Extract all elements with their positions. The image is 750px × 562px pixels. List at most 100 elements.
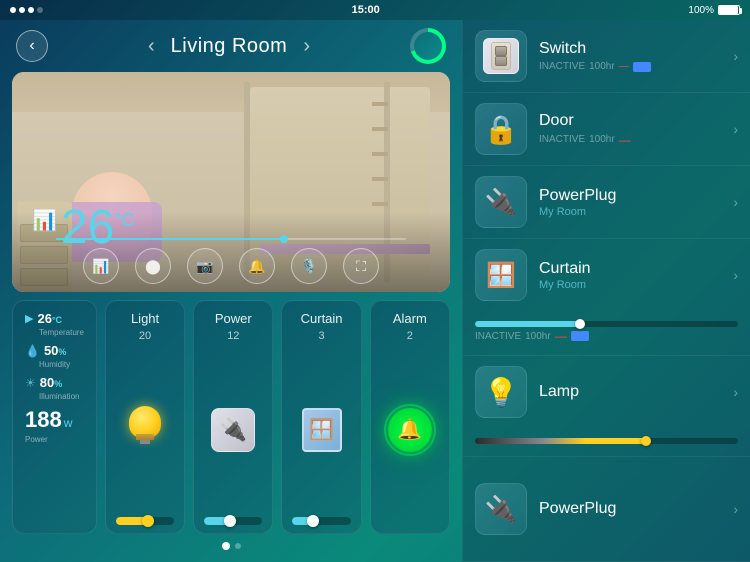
curtain-slider-thumb[interactable] xyxy=(575,319,585,329)
light-slider-thumb[interactable] xyxy=(142,515,154,527)
page-dots xyxy=(12,542,450,554)
light-icon-area xyxy=(116,346,174,513)
device-card-alarm[interactable]: Alarm 2 🔔 xyxy=(370,300,450,534)
page-dot-2[interactable] xyxy=(235,543,241,549)
door-chevron: › xyxy=(733,121,738,137)
lamp-row: 💡 Lamp › xyxy=(475,366,738,418)
powerplug-name: PowerPlug xyxy=(539,187,717,205)
curtain-battery-bar xyxy=(571,331,589,341)
temp-icon: 📊 xyxy=(32,208,57,233)
powerplug-chevron: › xyxy=(733,194,738,210)
door-battery-icon: — xyxy=(619,133,631,147)
temp-stat-value: 26°C xyxy=(37,311,62,326)
lamp-info: Lamp xyxy=(539,383,717,401)
curtain-icon-area: 🪟 xyxy=(292,346,350,513)
temp-stat-icon: ▶ xyxy=(25,312,33,325)
curtain-slider-thumb[interactable] xyxy=(307,515,319,527)
switch-button-icon xyxy=(491,42,511,70)
curtain-card-count: 3 xyxy=(319,330,325,342)
status-right: 100% xyxy=(688,5,740,16)
battery-fill xyxy=(719,6,738,14)
door-thumb: 🔒 xyxy=(475,103,527,155)
power-slider-thumb[interactable] xyxy=(224,515,236,527)
temp-label: Temperature xyxy=(39,328,84,337)
cam-btn-expand[interactable]: ⛶ xyxy=(343,248,379,284)
curtain-slider[interactable] xyxy=(292,517,350,525)
list-item-powerplug2[interactable]: 🔌 PowerPlug › xyxy=(463,457,750,562)
power-label: Power xyxy=(25,435,84,444)
cam-btn-chart[interactable]: 📊 xyxy=(83,248,119,284)
device-card-curtain[interactable]: Curtain 3 🪟 xyxy=(281,300,361,534)
next-room-button[interactable]: › xyxy=(303,35,310,58)
settings-dial[interactable] xyxy=(410,28,446,64)
list-item-switch[interactable]: Switch INACTIVE 100hr — › xyxy=(463,20,750,93)
switch-inactive-label: INACTIVE xyxy=(539,61,585,72)
list-item-powerplug[interactable]: 🔌 PowerPlug My Room › xyxy=(463,166,750,239)
page-dot-1[interactable] xyxy=(222,542,230,550)
settings-dial-inner xyxy=(414,32,442,60)
power-slider[interactable] xyxy=(204,517,262,525)
power-stat: 188 w xyxy=(25,409,84,431)
switch-nub-top xyxy=(495,46,507,56)
door-hours: 100hr xyxy=(589,134,615,145)
switch-thumb xyxy=(475,30,527,82)
signal-dots xyxy=(10,7,43,13)
powerplug2-name: PowerPlug xyxy=(539,500,717,518)
list-item-door[interactable]: 🔒 Door INACTIVE 100hr — › xyxy=(463,93,750,166)
lamp-slider-thumb[interactable] xyxy=(641,436,651,446)
powerplug-icon: 🔌 xyxy=(485,187,517,218)
cam-btn-camera[interactable]: 📷 xyxy=(187,248,223,284)
battery-label: 100% xyxy=(688,5,714,16)
illumination-label: Illumination xyxy=(39,392,84,401)
humidity-stat: 💧 50% xyxy=(25,343,84,358)
list-item-lamp[interactable]: 💡 Lamp › xyxy=(463,356,750,457)
device-card-light[interactable]: Light 20 xyxy=(105,300,185,534)
door-info: Door INACTIVE 100hr — xyxy=(539,112,717,147)
prev-room-button[interactable]: ‹ xyxy=(148,35,155,58)
light-slider[interactable] xyxy=(116,517,174,525)
switch-battery-icon: — xyxy=(619,61,629,72)
list-item-curtain[interactable]: 🪟 Curtain My Room › INACTIVE 100hr — xyxy=(463,239,750,356)
lamp-name: Lamp xyxy=(539,383,717,401)
curtain-slider-fill xyxy=(475,321,580,327)
cam-btn-circle[interactable]: ⬤ xyxy=(135,248,171,284)
powerplug-sub: My Room xyxy=(539,206,717,218)
power-value: 188 xyxy=(25,409,62,431)
alarm-card-title: Alarm xyxy=(393,311,427,326)
illumination-stat: ☀ 80% xyxy=(25,375,84,390)
cam-btn-bell[interactable]: 🔔 xyxy=(239,248,275,284)
power-card-count: 12 xyxy=(227,330,239,342)
curtain-thumb-icon: 🪟 xyxy=(486,261,516,290)
lamp-chevron: › xyxy=(733,384,738,400)
light-card-title: Light xyxy=(131,311,159,326)
lamp-slider-fill xyxy=(475,438,646,444)
left-panel: ‹ ‹ Living Room › xyxy=(0,20,462,562)
curtain-slider[interactable] xyxy=(475,321,738,327)
status-time: 15:00 xyxy=(352,4,380,16)
switch-battery-bar xyxy=(633,62,651,72)
lamp-icon: 💡 xyxy=(484,376,519,409)
stats-card: ▶ 26°C Temperature 💧 50% Humidity ☀ xyxy=(12,300,97,534)
cam-btn-mic[interactable]: 🎙️ xyxy=(291,248,327,284)
power-icon-area: 🔌 xyxy=(204,346,262,513)
lamp-slider[interactable] xyxy=(475,438,738,444)
illumination-icon: ☀ xyxy=(25,376,36,390)
powerplug2-icon: 🔌 xyxy=(485,494,517,525)
back-button[interactable]: ‹ xyxy=(16,30,48,62)
temp-stat: ▶ 26°C xyxy=(25,311,84,326)
switch-chevron: › xyxy=(733,48,738,64)
plug-icon: 🔌 xyxy=(211,408,255,452)
temperature-display: 📊 26 °C xyxy=(32,204,135,252)
powerplug-info: PowerPlug My Room xyxy=(539,187,717,218)
curtain-status-row: INACTIVE 100hr — xyxy=(475,329,738,343)
alarm-card-count: 2 xyxy=(407,330,413,342)
curtain-thumb: 🪟 xyxy=(475,249,527,301)
lamp-thumb: 💡 xyxy=(475,366,527,418)
top-nav: ‹ ‹ Living Room › xyxy=(12,28,450,64)
curtain-name: Curtain xyxy=(539,260,717,278)
switch-nub-bot xyxy=(495,56,507,66)
temp-value: 26 xyxy=(61,204,114,252)
device-card-power[interactable]: Power 12 🔌 xyxy=(193,300,273,534)
door-status-row: INACTIVE 100hr — xyxy=(539,133,717,147)
door-name: Door xyxy=(539,112,717,130)
